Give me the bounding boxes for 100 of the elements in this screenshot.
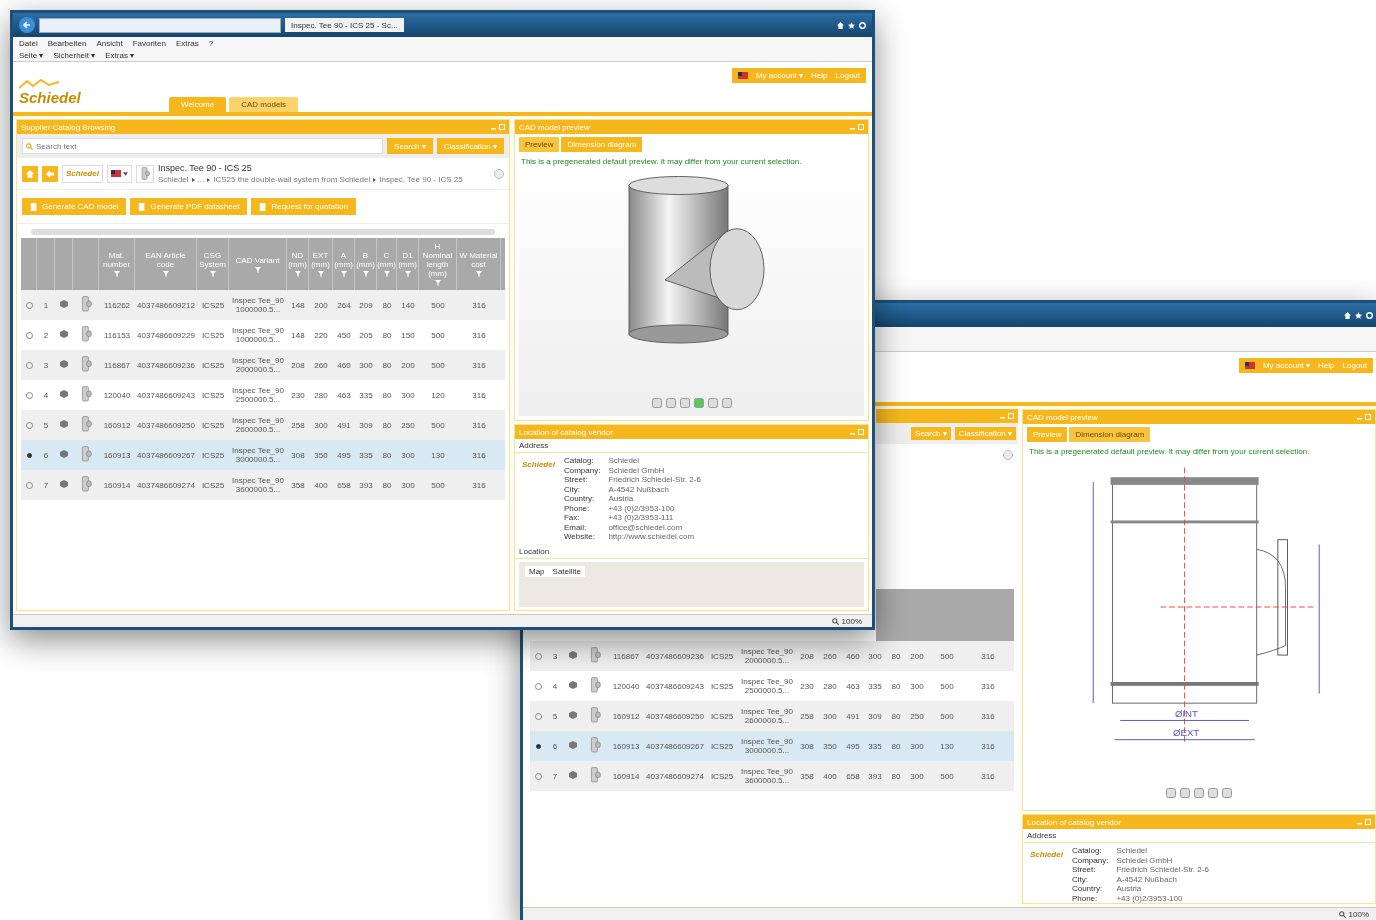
square-tool-icon[interactable] <box>651 398 662 408</box>
menu-item[interactable]: Extras <box>176 38 199 48</box>
menu-item[interactable]: ? <box>208 38 214 48</box>
maximize-icon[interactable] <box>1365 819 1371 825</box>
zoom-level[interactable]: 100% <box>1348 909 1369 919</box>
catalog-logo[interactable]: Schiedel <box>62 164 103 183</box>
toolbar-item[interactable]: Seite ▾ <box>19 50 44 60</box>
maximize-icon[interactable] <box>858 124 864 130</box>
cube-icon[interactable] <box>60 360 68 368</box>
preview-tab[interactable]: Dimension diagram <box>1069 427 1151 442</box>
cube-icon[interactable] <box>60 420 68 428</box>
map-tab[interactable]: Map <box>525 565 549 577</box>
table-cell-text: 316 <box>471 300 487 310</box>
home-icon[interactable] <box>1344 311 1351 319</box>
breadcrumb-link[interactable]: ICS25 the double-wall system from Schiedel <box>213 175 371 184</box>
help-icon[interactable] <box>494 168 504 179</box>
cube-icon[interactable] <box>569 771 577 779</box>
table-cell-text: 208 <box>290 360 306 370</box>
map-placeholder[interactable]: Map Satellite <box>519 561 864 607</box>
table-cell-text: 220 <box>313 330 329 340</box>
star-icon[interactable] <box>848 21 855 29</box>
field-label: Website: <box>563 532 596 542</box>
square-tool-icon[interactable] <box>679 398 690 408</box>
search-input[interactable]: Search text <box>36 141 380 151</box>
filter-icon[interactable] <box>362 271 369 277</box>
home-button[interactable] <box>22 165 38 182</box>
table-cell-text: 160914 <box>102 480 132 490</box>
field-label: City: <box>563 484 581 494</box>
breadcrumb-link[interactable]: Schiedel <box>157 175 189 184</box>
star-icon[interactable] <box>1355 311 1362 319</box>
tee-fitting-icon <box>139 167 150 180</box>
table-cell-text: ICS25 <box>200 450 226 460</box>
field-label: City: <box>1071 874 1089 884</box>
row-number: 7 <box>551 771 559 781</box>
back-button[interactable] <box>42 165 58 182</box>
cube-icon[interactable] <box>569 651 577 659</box>
preview-tab[interactable]: Preview <box>519 137 560 152</box>
language-dropdown[interactable] <box>106 164 132 183</box>
cube-icon[interactable] <box>60 330 68 338</box>
cube-icon[interactable] <box>569 711 577 719</box>
filter-icon[interactable] <box>475 271 482 277</box>
field-value: http://www.schiedel.com <box>608 532 696 542</box>
square-tool-icon[interactable] <box>665 398 676 408</box>
maximize-icon[interactable] <box>858 429 864 435</box>
breadcrumb-link[interactable]: ... <box>197 175 205 184</box>
table-cell-text: 491 <box>845 711 861 721</box>
map-tab[interactable]: Satellite <box>548 565 586 577</box>
address-field[interactable] <box>39 17 281 33</box>
zoom-icon[interactable] <box>831 617 839 625</box>
search-field[interactable]: Search text <box>22 138 384 154</box>
square-tool-icon[interactable] <box>721 398 732 408</box>
cube-icon[interactable] <box>569 681 577 689</box>
cube-icon[interactable] <box>60 390 68 398</box>
filter-icon[interactable] <box>209 271 216 277</box>
radio-button[interactable] <box>26 452 32 458</box>
square-tool-icon[interactable] <box>693 398 704 408</box>
table-cell-text: 500 <box>430 300 446 310</box>
cube-icon[interactable] <box>60 450 68 458</box>
settings-icon[interactable] <box>859 21 866 29</box>
filter-icon[interactable] <box>383 271 390 277</box>
scrollbar[interactable] <box>31 229 495 235</box>
settings-icon[interactable] <box>1366 311 1373 319</box>
square-tool-icon[interactable] <box>707 398 718 408</box>
filter-icon[interactable] <box>340 271 347 277</box>
help-icon[interactable] <box>1003 450 1013 460</box>
table-cell-text: Inspec Tee_90 1000000.5... <box>231 326 285 344</box>
filter-icon[interactable] <box>404 271 411 277</box>
cube-icon[interactable] <box>569 741 577 749</box>
field-value: +43 (0)2/3953-100 <box>1116 893 1184 903</box>
filter-icon[interactable] <box>113 271 120 277</box>
menu-item[interactable]: Bearbeiten <box>47 38 87 48</box>
maximize-icon[interactable] <box>1008 413 1014 419</box>
nav-tab[interactable]: CAD models <box>229 97 299 112</box>
row-number: 5 <box>42 420 50 430</box>
toolbar-item[interactable]: Extras ▾ <box>105 50 135 60</box>
maximize-icon[interactable] <box>499 124 505 130</box>
menu-item[interactable]: Ansicht <box>96 38 123 48</box>
maximize-icon[interactable] <box>1365 414 1371 420</box>
breadcrumb-link[interactable]: Inspec. Tee 90 - ICS 25 <box>379 175 463 184</box>
filter-icon[interactable] <box>317 271 324 277</box>
filter-icon[interactable] <box>434 280 441 286</box>
table-cell-text: 140 <box>400 300 416 310</box>
cube-icon[interactable] <box>60 300 68 308</box>
filter-icon[interactable] <box>294 271 301 277</box>
table-cell-text: 4037486609274 <box>645 771 705 781</box>
filter-icon[interactable] <box>162 271 169 277</box>
zoom-icon[interactable] <box>1338 910 1346 918</box>
caret-icon <box>122 171 128 176</box>
radio-button[interactable] <box>535 743 541 749</box>
menu-item[interactable]: Datei <box>19 38 38 48</box>
zoom-level[interactable]: 100% <box>841 616 862 626</box>
table-cell-text: 309 <box>867 711 883 721</box>
home-icon[interactable] <box>837 21 844 29</box>
menu-item[interactable]: Favoriten <box>132 38 166 48</box>
browser-tab[interactable]: Inspec. Tee 90 - ICS 25 - Sc... <box>285 18 404 32</box>
cube-icon[interactable] <box>60 480 68 488</box>
filter-icon[interactable] <box>254 266 261 273</box>
toolbar-item[interactable]: Sicherheit ▾ <box>53 50 96 60</box>
flag-icon[interactable] <box>737 72 748 79</box>
flag-icon[interactable] <box>1244 362 1255 369</box>
